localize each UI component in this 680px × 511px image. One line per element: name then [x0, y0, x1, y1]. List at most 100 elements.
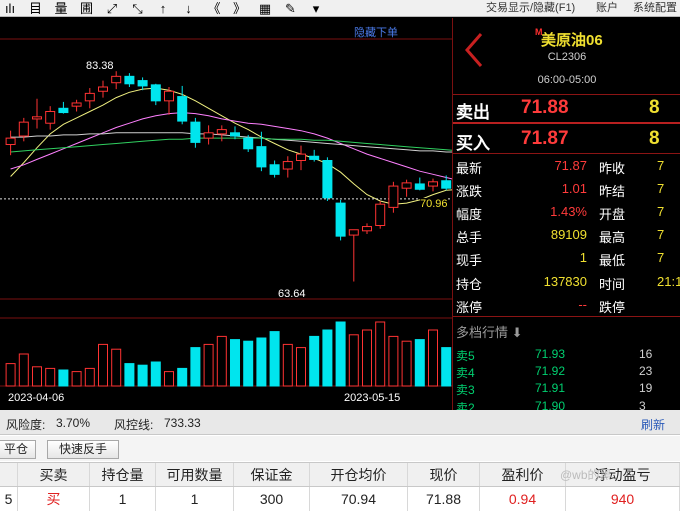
table-row[interactable]: 5 买 1 1 300 70.94 71.88 0.94 940: [0, 487, 680, 511]
kline-chart[interactable]: 隐藏下单 83.38 63.64 70.96 2023-04-06 2023-0…: [0, 18, 452, 410]
candle-body: [177, 96, 188, 122]
account-menu[interactable]: 账户: [596, 0, 618, 17]
candle-body: [335, 202, 346, 237]
layout-icon[interactable]: ▦: [255, 0, 275, 17]
candle-body: [322, 160, 333, 199]
table-cell: 0.94: [480, 487, 566, 511]
contract-name: 美原油06: [541, 32, 603, 49]
zoom-in-icon[interactable]: ⤢: [102, 0, 122, 17]
dropdown-icon[interactable]: ▾: [306, 0, 326, 17]
depth-row[interactable]: 卖5 71.93 16: [453, 347, 680, 364]
double-right-icon[interactable]: 》: [230, 0, 250, 17]
candle-body: [150, 84, 161, 102]
hide-order-link[interactable]: 隐藏下单: [354, 24, 398, 40]
double-left-icon[interactable]: 《: [204, 0, 224, 17]
volume-bar: [45, 367, 56, 387]
stat-label: 现手: [456, 253, 483, 269]
stat-value: 21:1: [657, 273, 680, 289]
volume-bar: [190, 347, 201, 387]
volume-bar: [243, 340, 254, 387]
grid-icon[interactable]: 圃: [77, 0, 97, 17]
stat-label: 跌停: [599, 299, 626, 315]
candle-body: [71, 102, 82, 107]
expand-down-icon[interactable]: ⬇: [512, 325, 523, 340]
volume-bar: [124, 363, 135, 387]
volume-bar: [84, 367, 95, 387]
candle-body: [441, 180, 452, 189]
volume-bar: [203, 343, 214, 387]
column-header[interactable]: 持仓量: [90, 463, 156, 486]
risk-label: 风险度:: [6, 418, 46, 432]
stat-label: 昨结: [599, 184, 626, 200]
candle-body: [401, 182, 412, 189]
arrow-down-icon[interactable]: ↓: [179, 0, 199, 17]
toolbar: ılı 目量圃 ⤢ ⤡ ↑ ↓ 《》 ▦ ✎ ▾ 交易显示/隐藏(F1) 账户 系统配置: [0, 0, 680, 17]
quick-reverse-button[interactable]: 快速反手: [47, 440, 119, 459]
risk-bar: 风险度: 3.70% 风控线: 733.33 刷新: [0, 410, 680, 435]
stat-value: 89109: [550, 227, 587, 243]
column-header[interactable]: [0, 463, 18, 486]
session-time: 06:00-05:00: [537, 74, 597, 86]
watermark: @wb的黑: [560, 468, 612, 482]
list-icon[interactable]: 目: [26, 0, 46, 17]
depth-row[interactable]: 卖3 71.91 19: [453, 381, 680, 398]
column-header[interactable]: 可用数量: [156, 463, 234, 486]
stat-label: 涨停: [456, 299, 483, 315]
stat-value: 1: [579, 250, 587, 266]
candle-body: [98, 86, 108, 92]
stat-value: 1.01: [561, 181, 587, 197]
volume-bar: [441, 347, 452, 387]
column-header[interactable]: 开仓均价: [310, 463, 408, 486]
divider: [453, 94, 680, 95]
high-price-label: 83.38: [86, 60, 114, 72]
candle-body: [362, 226, 372, 232]
volume-bar: [5, 363, 16, 387]
settings-menu[interactable]: 系统配置: [633, 0, 677, 17]
back-arrow-icon[interactable]: [459, 30, 487, 70]
column-header[interactable]: 现价: [408, 463, 480, 486]
stat-value: 7: [657, 158, 665, 173]
candle-body: [230, 132, 240, 137]
stat-label: 幅度: [456, 207, 483, 223]
chart-canvas[interactable]: [0, 18, 452, 410]
stat-label: 持仓: [456, 276, 483, 292]
moving-average-line: [10, 112, 452, 180]
candle-body: [388, 185, 399, 208]
volume-bar: [18, 353, 29, 387]
buy-price[interactable]: 71.87: [521, 128, 569, 150]
volume-bar: [111, 348, 122, 387]
stat-label: 时间: [599, 276, 626, 292]
table-cell: 300: [234, 487, 310, 511]
close-position-button[interactable]: 平仓: [0, 440, 36, 459]
trading-app: ılı 目量圃 ⤢ ⤡ ↑ ↓ 《》 ▦ ✎ ▾ 交易显示/隐藏(F1) 账户 系统配置 隐藏下单 83…: [0, 0, 680, 511]
stat-label: 最高: [599, 230, 626, 246]
volume-bar: [322, 329, 333, 387]
table-cell: 1: [90, 487, 156, 511]
volume-icon[interactable]: 量: [51, 0, 71, 17]
refresh-button[interactable]: 刷新: [641, 416, 665, 433]
sell-price[interactable]: 71.88: [521, 97, 569, 119]
column-header[interactable]: 保证金: [234, 463, 310, 486]
depth-volume: 23: [639, 364, 653, 379]
table-cell: 70.94: [310, 487, 408, 511]
column-header[interactable]: 买卖: [18, 463, 90, 486]
trade-toggle-button[interactable]: 交易显示/隐藏(F1): [486, 0, 575, 17]
depth-title[interactable]: 多档行情 ⬇: [456, 322, 523, 341]
column-header[interactable]: 盈利价: [480, 463, 566, 486]
stat-value: 7: [657, 250, 665, 266]
volume-bar: [137, 364, 148, 387]
date-end-label: 2023-05-15: [344, 392, 401, 404]
volume-bar: [256, 337, 267, 387]
candle-body: [190, 121, 201, 143]
volume-bar: [32, 366, 42, 387]
depth-row[interactable]: 卖4 71.92 23: [453, 364, 680, 381]
small-candle-icon[interactable]: ılı: [0, 0, 20, 17]
stat-value: 7: [657, 204, 665, 220]
zoom-out-icon[interactable]: ⤡: [128, 0, 148, 17]
stat-value: 7: [657, 227, 665, 243]
candle-body: [296, 153, 306, 162]
control-value: 733.33: [164, 416, 201, 430]
arrow-up-icon[interactable]: ↑: [153, 0, 173, 17]
draw-icon[interactable]: ✎: [281, 0, 301, 17]
table-cell: 71.88: [408, 487, 480, 511]
